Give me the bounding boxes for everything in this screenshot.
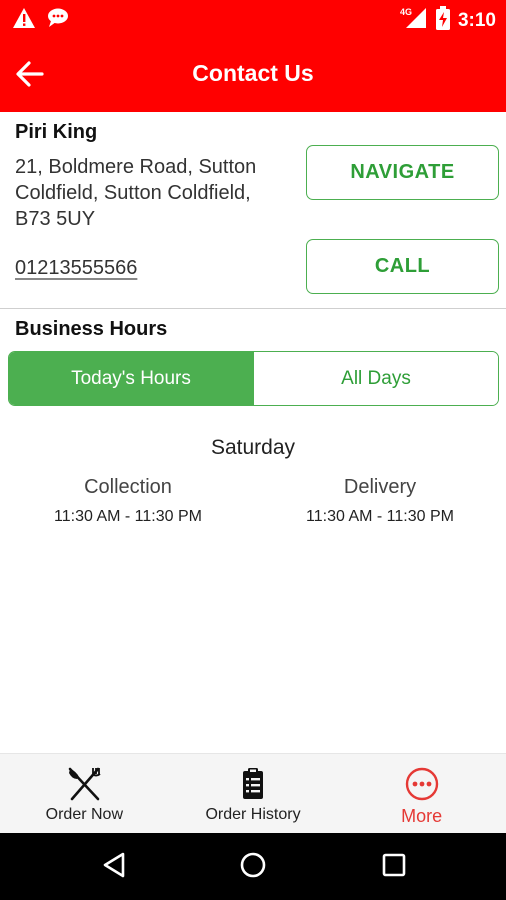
square-recents-icon <box>381 852 407 883</box>
delivery-label: Delivery <box>343 476 417 498</box>
status-bar: 4G 3:10 <box>0 0 506 38</box>
nav-label-more: More <box>401 806 443 826</box>
page-title: Contact Us <box>192 60 314 86</box>
business-hours-heading: Business Hours <box>15 318 168 340</box>
status-time: 3:10 <box>457 9 496 31</box>
more-dots-icon <box>404 766 440 802</box>
system-recents-button[interactable] <box>376 849 412 885</box>
nav-order-now[interactable]: Order Now <box>0 754 169 833</box>
store-address: 21, Boldmere Road, Sutton Coldfield, Sut… <box>15 156 257 230</box>
navigate-button[interactable]: NAVIGATE <box>306 145 499 200</box>
signal-icon: 4G <box>400 6 428 35</box>
system-back-button[interactable] <box>96 849 132 885</box>
delivery-time: 11:30 AM - 11:30 PM <box>306 508 454 525</box>
clipboard-icon <box>235 766 271 802</box>
system-nav-bar <box>0 833 506 900</box>
day-label: Saturday <box>210 436 296 459</box>
battery-charging-icon <box>435 6 450 35</box>
collection-label: Collection <box>84 476 172 498</box>
chat-bubble-icon <box>46 7 70 34</box>
system-home-button[interactable] <box>235 849 271 885</box>
tab-todays-hours[interactable]: Today's Hours <box>9 352 253 405</box>
collection-time: 11:30 AM - 11:30 PM <box>54 508 202 525</box>
app-bar: Contact Us <box>0 38 506 112</box>
nav-more[interactable]: More <box>337 754 506 833</box>
triangle-back-icon <box>101 851 127 884</box>
circle-home-icon <box>239 851 267 884</box>
call-button[interactable]: CALL <box>306 239 499 294</box>
nav-label-order-now: Order Now <box>45 806 124 823</box>
delivery-hours: Delivery 11:30 AM - 11:30 PM <box>255 476 505 526</box>
nav-label-order-history: Order History <box>205 806 301 823</box>
store-name: Piri King <box>15 121 98 143</box>
svg-text:4G: 4G <box>400 7 412 17</box>
warning-icon <box>12 7 36 34</box>
nav-order-history[interactable]: Order History <box>169 754 338 833</box>
bottom-nav: Order Now Order History More <box>0 753 506 833</box>
hours-tab-selector: Today's Hours All Days <box>8 351 499 406</box>
fork-knife-icon <box>66 766 102 802</box>
divider <box>0 308 506 309</box>
tab-all-days[interactable]: All Days <box>253 352 498 405</box>
collection-hours: Collection 11:30 AM - 11:30 PM <box>3 476 253 526</box>
store-phone-link[interactable]: 01213555566 <box>15 257 137 280</box>
